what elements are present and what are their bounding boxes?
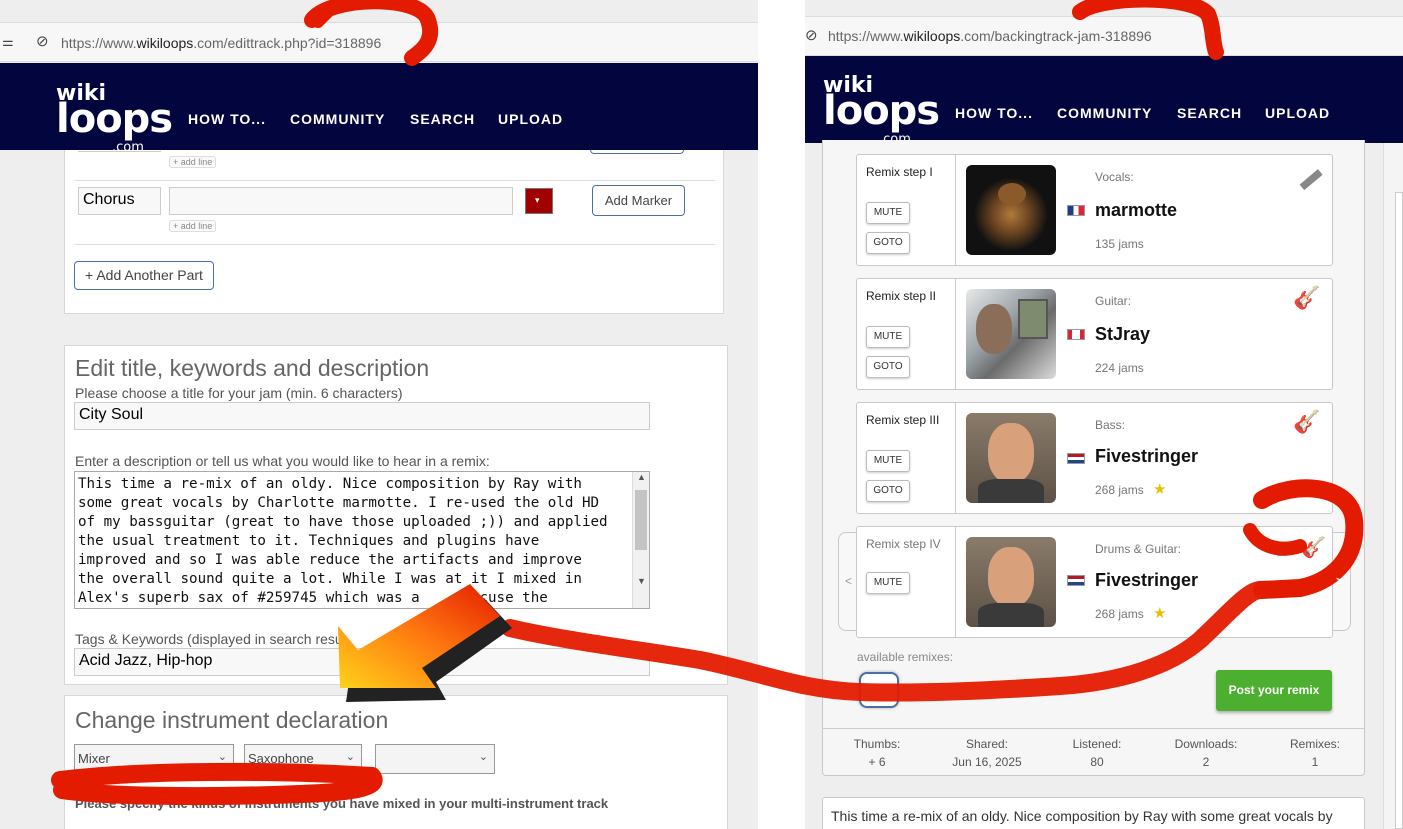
- carousel-next-button[interactable]: >: [1336, 574, 1343, 588]
- red-underline: [51, 762, 383, 806]
- red-connector-line: [501, 581, 1271, 702]
- annotation-overlay: [51, 0, 1364, 806]
- red-number-two-right: [1072, 0, 1224, 60]
- red-number-two-left-stroke: [312, 4, 336, 28]
- red-number-two-step4-inner: [1243, 523, 1307, 556]
